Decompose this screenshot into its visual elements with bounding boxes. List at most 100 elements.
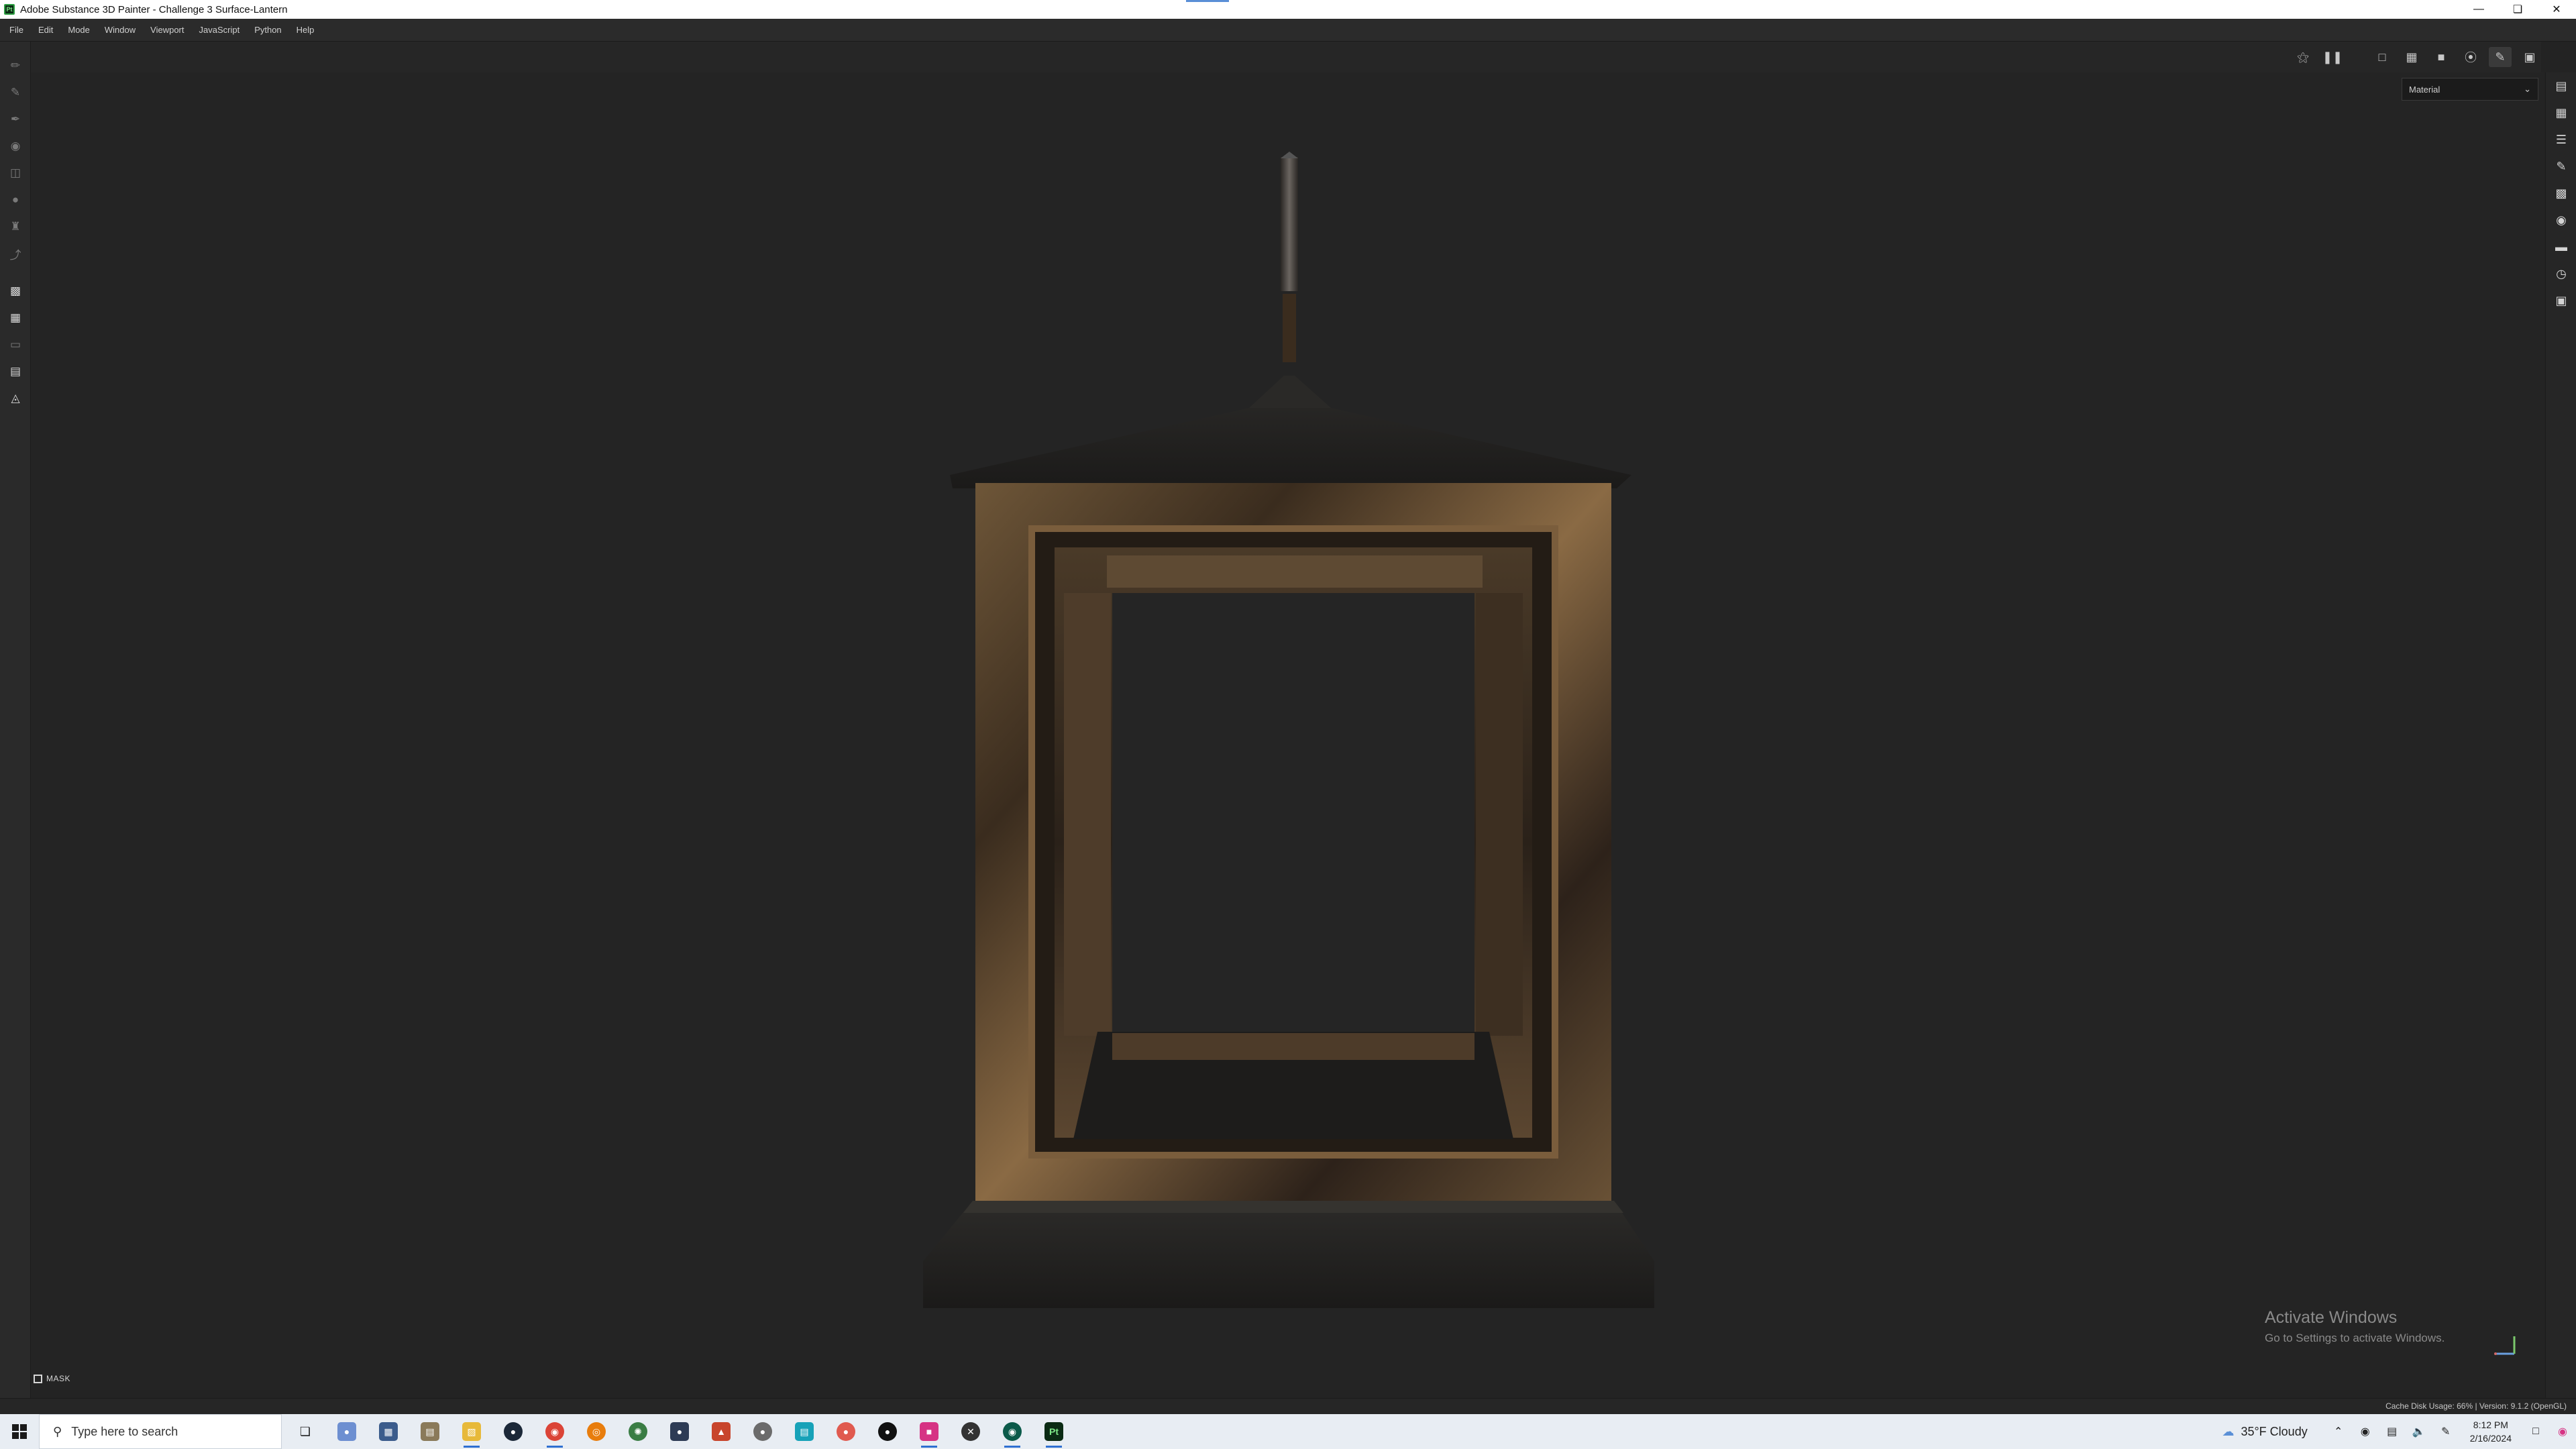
viewport-toolbar: ⚝ ❚❚ □ ▦ ■ ⦿ ✎ ▣ — [2292, 47, 2541, 67]
menu-viewport[interactable]: Viewport — [145, 25, 193, 35]
context-toolbar — [31, 42, 2541, 72]
lantern-model — [923, 152, 1654, 1308]
panels-sidebar: ▤ ▦ ☰ ✎ ▩ ◉ ▬ ◷ ▣ — [2545, 72, 2576, 1414]
display-mode-dropdown[interactable]: Material ⌄ — [2402, 78, 2538, 101]
search-icon: ⚲ — [53, 1424, 62, 1438]
history-icon[interactable]: ◷ — [2546, 260, 2576, 287]
menu-bar: File Edit Mode Window Viewport JavaScrip… — [0, 19, 2576, 42]
app-icon-11[interactable]: ● — [742, 1414, 784, 1449]
mask-toggle[interactable]: MASK — [34, 1374, 70, 1383]
smudge-icon[interactable]: ◫ — [0, 160, 31, 186]
polygon-fill-icon[interactable]: ▦ — [0, 305, 31, 331]
geometry-fill-icon[interactable]: ◉ — [0, 133, 31, 160]
properties-icon[interactable]: ✎ — [2546, 153, 2576, 180]
eraser-icon[interactable]: ✎ — [0, 79, 31, 106]
app-icon-9[interactable]: ● — [659, 1414, 700, 1449]
taskbar-search-input[interactable]: ⚲ Type here to search — [39, 1414, 282, 1449]
app-icon-16[interactable]: ✕ — [950, 1414, 991, 1449]
clone-icon[interactable]: ● — [0, 186, 31, 213]
bake-icon[interactable]: ▩ — [0, 278, 31, 305]
menu-mode[interactable]: Mode — [62, 25, 99, 35]
cloud-icon: ☁ — [2222, 1424, 2235, 1438]
status-text: Cache Disk Usage: 66% | Version: 9.1.2 (… — [2385, 1401, 2567, 1411]
task-view-icon[interactable]: ❏ — [284, 1414, 326, 1449]
search-placeholder: Type here to search — [71, 1424, 178, 1438]
presets-icon[interactable]: ◬ — [0, 385, 31, 412]
path-tool-icon[interactable]: ⤴ — [0, 240, 31, 267]
activate-subtitle: Go to Settings to activate Windows. — [2265, 1332, 2445, 1344]
chrome-icon[interactable]: ◉ — [534, 1414, 576, 1449]
app-icon-1[interactable]: ● — [326, 1414, 368, 1449]
volume-icon[interactable]: 🔈 — [2406, 1425, 2432, 1438]
window-title: Adobe Substance 3D Painter - Challenge 3… — [20, 3, 288, 15]
display-mode-value: Material — [2409, 84, 2440, 95]
texture-set-list-icon[interactable]: ▤ — [2546, 72, 2576, 99]
menu-help[interactable]: Help — [291, 25, 324, 35]
hide-ui-icon[interactable]: ⚝ — [2292, 47, 2314, 67]
activate-title: Activate Windows — [2265, 1308, 2398, 1327]
symmetry-icon[interactable]: ⦿ — [2459, 47, 2482, 67]
network-icon[interactable]: ▤ — [2379, 1425, 2406, 1438]
app-icon-13[interactable]: ● — [825, 1414, 867, 1449]
notifications-icon[interactable]: □ — [2522, 1426, 2549, 1438]
close-icon[interactable]: ✕ — [2537, 0, 2576, 19]
screenshot-icon[interactable]: ▣ — [2518, 47, 2541, 67]
display-settings-icon[interactable]: ▩ — [2546, 180, 2576, 207]
texture-set-settings-icon[interactable]: ▦ — [2546, 99, 2576, 126]
app-tray-icon[interactable]: ◉ — [2352, 1425, 2379, 1438]
system-tray: ☁ 35°F Cloudy ⌃ ◉ ▤ 🔈 ✎ 8:12 PM 2/16/202… — [2222, 1414, 2576, 1449]
color-app-icon[interactable]: ◉ — [2549, 1425, 2576, 1438]
minimize-icon[interactable]: — — [2459, 0, 2498, 19]
clock-time: 8:12 PM — [2473, 1419, 2508, 1430]
app-icon-10[interactable]: ▲ — [700, 1414, 742, 1449]
pause-render-icon[interactable]: ❚❚ — [2321, 47, 2344, 67]
restore-icon[interactable]: ❏ — [2498, 0, 2537, 19]
menu-file[interactable]: File — [4, 25, 33, 35]
app-icon-8[interactable]: ✺ — [617, 1414, 659, 1449]
app-icon-3[interactable]: ▤ — [409, 1414, 451, 1449]
menu-edit[interactable]: Edit — [33, 25, 62, 35]
camera-icon[interactable]: ■ — [2430, 47, 2453, 67]
chevron-down-icon: ⌄ — [2524, 84, 2531, 94]
view-3d-icon[interactable]: ▦ — [2400, 47, 2423, 67]
3d-viewport[interactable] — [31, 72, 2544, 1390]
activate-windows-watermark: Activate Windows Go to Settings to activ… — [2265, 1308, 2445, 1345]
brush-mode-icon[interactable]: ✎ — [2489, 47, 2512, 67]
uv-tool-icon[interactable]: ▭ — [0, 331, 31, 358]
blender-icon[interactable]: ◎ — [576, 1414, 617, 1449]
file-explorer-icon[interactable]: ▨ — [451, 1414, 492, 1449]
menu-python[interactable]: Python — [249, 25, 290, 35]
layers-icon[interactable]: ☰ — [2546, 126, 2576, 153]
axis-gizmo-icon — [2494, 1336, 2516, 1355]
menu-window[interactable]: Window — [99, 25, 145, 35]
log-icon[interactable]: ▣ — [2546, 287, 2576, 314]
pen-icon[interactable]: ✎ — [2432, 1425, 2459, 1438]
material-picker-icon[interactable]: ♜ — [0, 213, 31, 240]
mask-label: MASK — [46, 1374, 71, 1383]
app-icon-15[interactable]: ■ — [908, 1414, 950, 1449]
bake-settings-icon[interactable]: ▬ — [2546, 233, 2576, 260]
windows-start-icon[interactable] — [0, 1414, 39, 1449]
tools-sidebar: ✏ ✎ ✒ ◉ ◫ ● ♜ ⤴ ▩ ▦ ▭ ▤ ◬ — [0, 42, 31, 1414]
weather-widget[interactable]: ☁ 35°F Cloudy — [2222, 1425, 2307, 1439]
document-icon[interactable]: ▤ — [0, 358, 31, 385]
environment-icon[interactable]: ◉ — [2546, 207, 2576, 233]
app-icon-14[interactable]: ● — [867, 1414, 908, 1449]
projection-icon[interactable]: ✒ — [0, 106, 31, 133]
windows-taskbar: ⚲ Type here to search ❏ ● ▦ ▤ ▨ ● ◉ ◎ ✺ … — [0, 1414, 2576, 1449]
clock[interactable]: 8:12 PM 2/16/2024 — [2470, 1418, 2512, 1445]
clock-date: 2/16/2024 — [2469, 1433, 2512, 1444]
app-logo-icon: Pt — [4, 4, 15, 15]
calculator-icon[interactable]: ▦ — [368, 1414, 409, 1449]
substance-painter-taskbar-icon[interactable]: Pt — [1033, 1414, 1075, 1449]
app-icon-17[interactable]: ◉ — [991, 1414, 1033, 1449]
steam-icon[interactable]: ● — [492, 1414, 534, 1449]
view-2d-icon[interactable]: □ — [2371, 47, 2394, 67]
menu-javascript[interactable]: JavaScript — [193, 25, 249, 35]
weather-text: 35°F Cloudy — [2241, 1424, 2308, 1438]
paint-brush-icon[interactable]: ✏ — [0, 52, 31, 79]
status-bar: Cache Disk Usage: 66% | Version: 9.1.2 (… — [0, 1398, 2576, 1414]
chevron-up-icon[interactable]: ⌃ — [2325, 1425, 2352, 1438]
mask-checkbox-icon — [34, 1374, 42, 1383]
app-icon-12[interactable]: ▤ — [784, 1414, 825, 1449]
